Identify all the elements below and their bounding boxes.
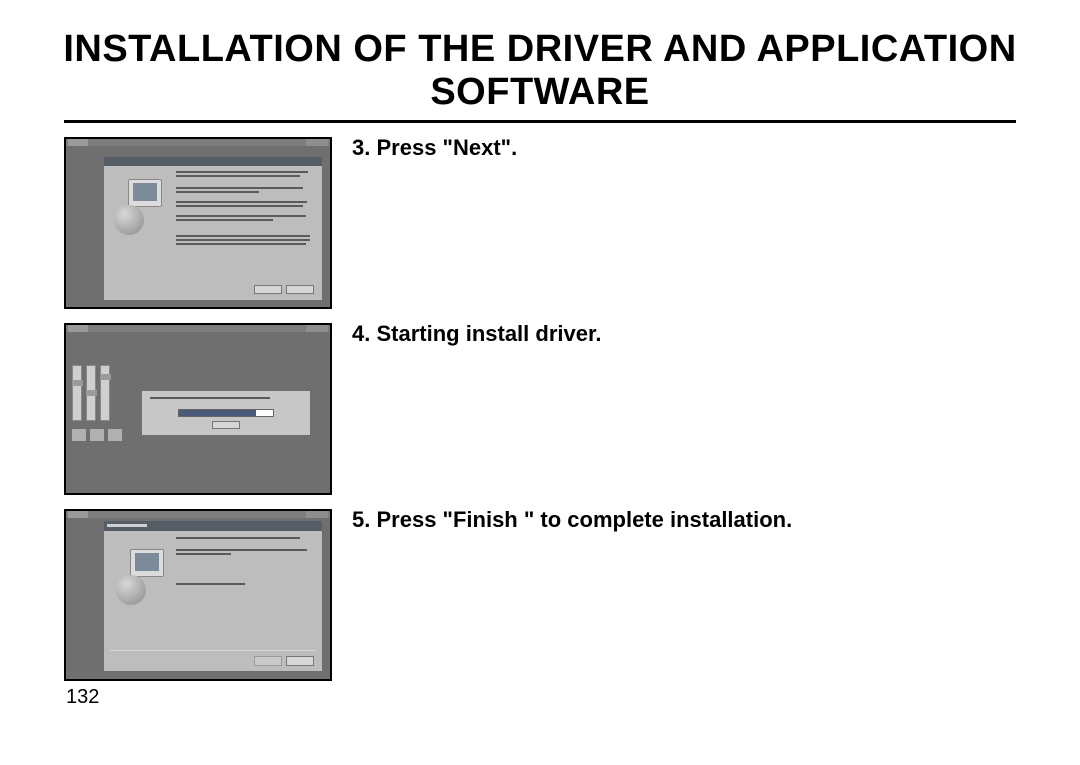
computer-icon [128,179,162,207]
step-number: 4. [352,321,370,346]
back-button [254,656,282,666]
content-area: 3. Press "Next". [0,137,1080,681]
step-row: 4. Starting install driver. [64,323,1016,495]
step-row: 3. Press "Next". [64,137,1016,309]
cancel-button [212,421,240,429]
step-row: 5. Press "Finish " to complete installat… [64,509,1016,681]
step-text: 4. Starting install driver. [352,321,601,347]
screenshot-progress-dialog [64,323,332,495]
page-number: 132 [66,686,99,709]
step-text: 3. Press "Next". [352,135,517,161]
screenshot-finish-dialog [64,509,332,681]
step-number: 5. [352,507,370,532]
page-title: INSTALLATION OF THE DRIVER AND APPLICATI… [0,0,1080,120]
next-button [254,285,282,294]
cancel-button [286,285,314,294]
step-text: 5. Press "Finish " to complete installat… [352,507,792,533]
step-label: Press "Finish " to complete installation… [376,507,792,532]
computer-icon [130,549,164,577]
step-number: 3. [352,135,370,160]
title-rule [64,120,1016,123]
screenshot-welcome-dialog [64,137,332,309]
globe-icon [116,575,146,605]
step-label: Starting install driver. [376,321,601,346]
step-label: Press "Next". [376,135,517,160]
finish-button [286,656,314,666]
progress-bar [178,409,274,417]
globe-icon [114,205,144,235]
